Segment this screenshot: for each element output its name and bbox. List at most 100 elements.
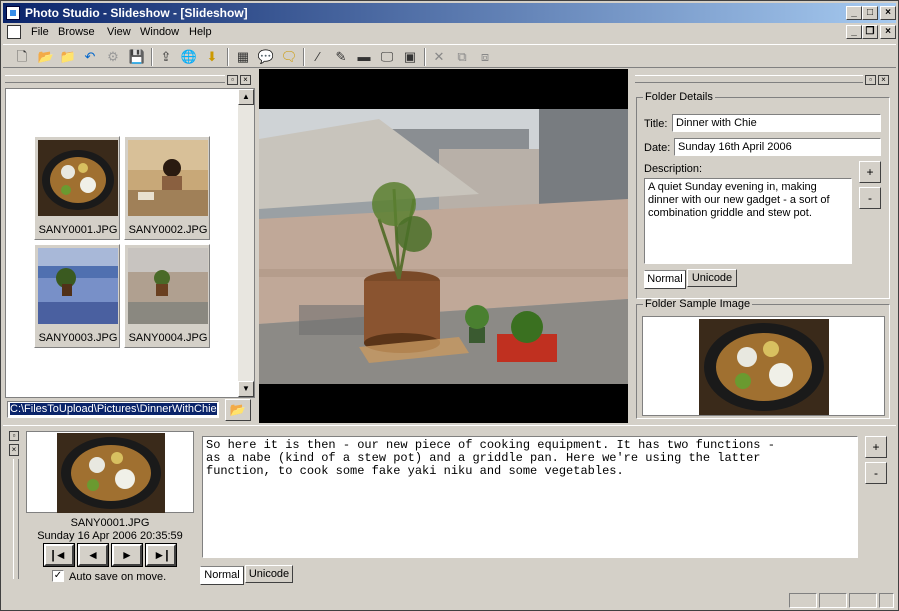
thumbnail-caption: SANY0004.JPG — [128, 332, 208, 344]
left-panel-restore-button[interactable]: ▫ — [227, 75, 238, 85]
tab-caption-normal[interactable]: Normal — [200, 566, 244, 585]
folder-sample-legend: Folder Sample Image — [645, 298, 751, 310]
thumbnail-caption: SANY0001.JPG — [38, 224, 118, 236]
bottom-panel-grip[interactable] — [13, 459, 19, 579]
menu-browse[interactable]: Browse — [58, 26, 95, 38]
new-icon[interactable]: 🗋 — [13, 48, 31, 66]
status-bar — [3, 591, 896, 609]
process-icon[interactable]: ⚙ — [104, 48, 122, 66]
publish-icon[interactable]: ⬇ — [203, 48, 221, 66]
menu-file[interactable]: File — [31, 26, 49, 38]
open-folder-icon[interactable]: 📂 — [37, 48, 55, 66]
thumbnail-pane: SANY0001.JPG SANY0002.JPG SANY0003.JPG S… — [5, 88, 255, 398]
wand-icon[interactable]: ⁄ — [309, 48, 327, 66]
folder-details-legend: Folder Details — [645, 91, 713, 103]
last-image-button[interactable]: ►| — [145, 543, 177, 567]
globe-icon[interactable]: 🌐 — [180, 48, 198, 66]
mdi-document-icon[interactable] — [7, 25, 21, 39]
mdi-restore-button[interactable]: ❐ — [862, 25, 878, 39]
folder-path-text: C:\FilesToUpload\Pictures\DinnerWithChie — [10, 403, 217, 415]
folder-description-textarea[interactable]: A quiet Sunday evening in, making dinner… — [644, 178, 852, 264]
open-folder-button[interactable]: 📂 — [225, 399, 251, 421]
right-panel-restore-button[interactable]: ▫ — [865, 75, 876, 85]
menu-bar: File Browse View Window Help _ ❐ × — [3, 24, 896, 43]
close-button[interactable]: × — [880, 6, 896, 20]
right-panel-grip[interactable] — [635, 75, 863, 83]
description-expand-button[interactable]: + — [859, 161, 881, 183]
first-image-button[interactable]: |◄ — [43, 543, 75, 567]
mdi-close-button[interactable]: × — [880, 25, 896, 39]
status-cell — [849, 593, 877, 608]
caption-expand-button[interactable]: + — [865, 436, 887, 458]
previous-image-button[interactable]: ◄ — [77, 543, 109, 567]
tab-folder-unicode[interactable]: Unicode — [687, 269, 737, 287]
toolbar-separator — [227, 48, 229, 66]
thumbnail-item[interactable]: SANY0004.JPG — [124, 244, 210, 348]
thumbnail-scrollbar[interactable]: ▲ ▼ — [238, 89, 254, 397]
autosave-checkbox[interactable]: ✓ — [52, 570, 64, 582]
monitor-icon[interactable]: 🖵 — [378, 48, 396, 66]
app-window: Photo Studio - Slideshow - [Slideshow] _… — [0, 0, 899, 611]
description-shrink-button[interactable]: - — [859, 187, 881, 209]
thumbnail-item[interactable]: SANY0003.JPG — [34, 244, 120, 348]
current-image-frame — [26, 431, 194, 513]
image-icon[interactable]: ▬ — [355, 48, 373, 66]
toolbar-separator — [303, 48, 305, 66]
copy-icon[interactable]: ⧉ — [453, 48, 471, 66]
thumbnails-view-icon[interactable]: ▦ — [234, 48, 252, 66]
status-cell — [819, 593, 847, 608]
scroll-down-icon[interactable]: ▼ — [238, 381, 254, 397]
left-panel-close-button[interactable]: × — [240, 75, 251, 85]
thumbnail-image — [128, 140, 208, 216]
toolbar: 🗋 📂 📁 ↶ ⚙ 💾 ⇪ 🌐 ⬇ ▦ 💬 🗨 ⁄ ✎ ▬ 🖵 ▣ ✕ ⧉ ⧈ — [3, 44, 896, 68]
image-viewer — [259, 69, 628, 423]
menu-window[interactable]: Window — [140, 26, 179, 38]
delete-icon[interactable]: ✕ — [430, 48, 448, 66]
minimize-button[interactable]: _ — [846, 6, 862, 20]
undo-icon[interactable]: ↶ — [81, 48, 99, 66]
date-label: Date: — [644, 142, 671, 154]
status-cell — [789, 593, 817, 608]
xml-icon[interactable]: ✎ — [332, 48, 350, 66]
image-caption-textarea[interactable]: So here it is then - our new piece of co… — [202, 436, 858, 558]
tab-folder-normal[interactable]: Normal — [644, 270, 686, 289]
current-image-thumbnail — [57, 433, 165, 513]
thumbnail-item[interactable]: SANY0002.JPG — [124, 136, 210, 240]
maximize-button[interactable]: □ — [862, 6, 878, 20]
current-filename: SANY0001.JPG — [70, 517, 150, 529]
mdi-minimize-button[interactable]: _ — [846, 25, 862, 39]
caption-shrink-button[interactable]: - — [865, 462, 887, 484]
right-panel-close-button[interactable]: × — [878, 75, 889, 85]
scroll-up-icon[interactable]: ▲ — [238, 89, 254, 105]
thumbnail-image — [38, 140, 118, 216]
main-photo — [259, 109, 628, 384]
thumbnail-item[interactable]: SANY0001.JPG — [34, 136, 120, 240]
bottom-panel-restore-button[interactable]: ▫ — [9, 431, 19, 441]
menu-view[interactable]: View — [107, 26, 131, 38]
thumbnail-caption: SANY0003.JPG — [38, 332, 118, 344]
next-image-button[interactable]: ► — [111, 543, 143, 567]
folder-sample-image — [699, 319, 829, 415]
title-label: Title: — [644, 118, 668, 130]
autosave-label: Auto save on move. — [69, 571, 167, 583]
toolbar-separator — [424, 48, 426, 66]
folder-path-input[interactable]: C:\FilesToUpload\Pictures\DinnerWithChie — [7, 401, 219, 418]
paste-icon[interactable]: ⧈ — [476, 48, 494, 66]
left-panel-grip[interactable] — [5, 75, 225, 83]
caption-icon[interactable]: 💬 — [257, 48, 275, 66]
tab-caption-unicode[interactable]: Unicode — [245, 565, 293, 583]
slideshow-icon[interactable]: ▣ — [401, 48, 419, 66]
browse-folder-icon[interactable]: 📁 — [59, 48, 77, 66]
bottom-panel-close-button[interactable]: × — [9, 444, 19, 456]
size-grip[interactable] — [879, 593, 894, 608]
thumbnail-image — [38, 248, 118, 324]
toolbar-separator — [151, 48, 153, 66]
menu-help[interactable]: Help — [189, 26, 212, 38]
folder-caption-icon[interactable]: 🗨 — [280, 48, 298, 66]
folder-date-input[interactable]: Sunday 16th April 2006 — [674, 138, 881, 156]
save-icon[interactable]: 💾 — [128, 48, 146, 66]
folder-sample-frame — [642, 316, 885, 416]
thumbnail-image — [128, 248, 208, 324]
folder-title-input[interactable]: Dinner with Chie — [672, 114, 881, 132]
upload-icon[interactable]: ⇪ — [157, 48, 175, 66]
